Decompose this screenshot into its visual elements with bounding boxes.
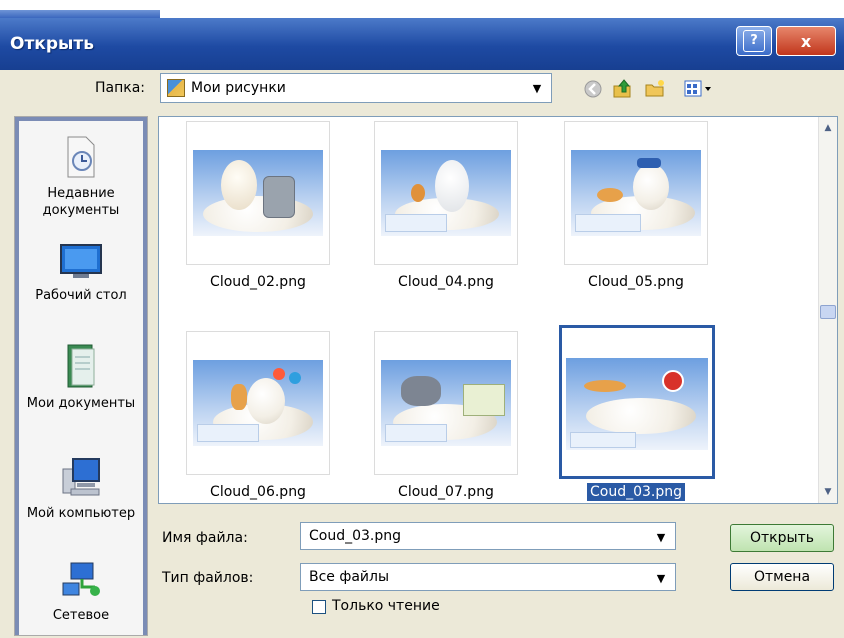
readonly-label[interactable]: Только чтение — [332, 598, 440, 614]
place-label-network: Сетевое — [52, 608, 110, 623]
place-label-my-documents: Мои документы — [26, 396, 136, 411]
readonly-checkbox[interactable] — [312, 600, 326, 614]
file-thumbnail[interactable] — [186, 331, 330, 475]
filetype-label: Тип файлов: — [162, 570, 254, 586]
chevron-down-icon[interactable]: ▼ — [527, 78, 547, 98]
chevron-down-icon[interactable]: ▼ — [651, 568, 671, 588]
my-computer-icon — [59, 455, 103, 499]
image-preview — [566, 358, 708, 450]
recent-documents-icon — [64, 135, 98, 179]
filetype-select[interactable]: Все файлы ▼ — [300, 563, 676, 591]
folder-label: Папка: — [95, 80, 146, 96]
chevron-down-icon[interactable]: ▼ — [651, 527, 671, 547]
scroll-down-icon[interactable]: ▼ — [819, 483, 837, 501]
my-documents-icon — [64, 343, 98, 389]
places-bar: Недавние документы Рабочий стол Мои доку… — [14, 116, 148, 636]
file-thumbnail[interactable] — [374, 121, 518, 265]
vertical-scrollbar[interactable]: ▲ ▼ — [818, 117, 837, 503]
file-thumbnail-selected[interactable] — [559, 325, 715, 479]
dialog-title: Открыть — [10, 34, 94, 54]
file-name[interactable]: Cloud_04.png — [371, 274, 521, 290]
image-preview — [193, 360, 323, 446]
cancel-button[interactable]: Отмена — [730, 563, 834, 591]
open-file-dialog: Открыть ? x Папка: Мои рисунки ▼ Недавни… — [0, 0, 844, 638]
back-icon[interactable] — [582, 78, 604, 100]
new-folder-icon[interactable] — [644, 78, 666, 100]
my-pictures-folder-icon — [167, 79, 185, 97]
close-icon: x — [800, 31, 812, 51]
title-bar[interactable]: Открыть ? x — [0, 18, 844, 70]
place-recent-documents[interactable]: Недавние документы — [19, 135, 143, 219]
view-menu-icon[interactable] — [682, 78, 716, 100]
file-thumbnail[interactable] — [564, 121, 708, 265]
file-name[interactable]: Cloud_05.png — [561, 274, 711, 290]
file-name-selected-text: Coud_03.png — [586, 483, 685, 501]
folder-select[interactable]: Мои рисунки ▼ — [160, 73, 552, 103]
image-preview — [193, 150, 323, 236]
place-desktop[interactable]: Рабочий стол — [19, 243, 143, 304]
help-button[interactable]: ? — [736, 26, 772, 56]
window-top-strip — [0, 0, 844, 20]
file-name[interactable]: Cloud_06.png — [183, 484, 333, 500]
file-name[interactable]: Cloud_07.png — [371, 484, 521, 500]
place-network[interactable]: Сетевое — [19, 561, 143, 624]
network-icon — [59, 561, 103, 601]
file-thumbnail[interactable] — [186, 121, 330, 265]
file-thumbnail[interactable] — [374, 331, 518, 475]
desktop-icon — [59, 243, 103, 281]
filename-input[interactable]: Coud_03.png ▼ — [300, 522, 676, 550]
file-name[interactable]: Cloud_02.png — [183, 274, 333, 290]
open-button[interactable]: Открыть — [730, 524, 834, 552]
filetype-select-value: Все файлы — [309, 569, 390, 585]
file-list[interactable]: Cloud_02.png Cloud_04.png Cloud_05.png C… — [158, 116, 838, 504]
filename-input-value: Coud_03.png — [309, 528, 402, 544]
place-my-computer[interactable]: Мой компьютер — [19, 455, 143, 522]
place-my-documents[interactable]: Мои документы — [19, 343, 143, 412]
folder-select-value: Мои рисунки — [191, 80, 286, 96]
image-preview — [571, 150, 701, 236]
image-preview — [381, 360, 511, 446]
up-folder-icon[interactable] — [612, 78, 634, 100]
scroll-up-icon[interactable]: ▲ — [819, 119, 837, 137]
place-label-recent: Недавние документы — [42, 186, 120, 218]
file-name-selected[interactable]: Coud_03.png — [561, 483, 711, 501]
places-bar-inner: Недавние документы Рабочий стол Мои доку… — [19, 121, 143, 635]
filename-label: Имя файла: — [162, 530, 248, 546]
place-label-my-computer: Мой компьютер — [26, 506, 136, 521]
scrollbar-thumb[interactable] — [820, 305, 836, 319]
place-label-desktop: Рабочий стол — [35, 288, 127, 303]
close-button[interactable]: x — [776, 26, 836, 56]
image-preview — [381, 150, 511, 236]
help-icon: ? — [743, 30, 765, 52]
